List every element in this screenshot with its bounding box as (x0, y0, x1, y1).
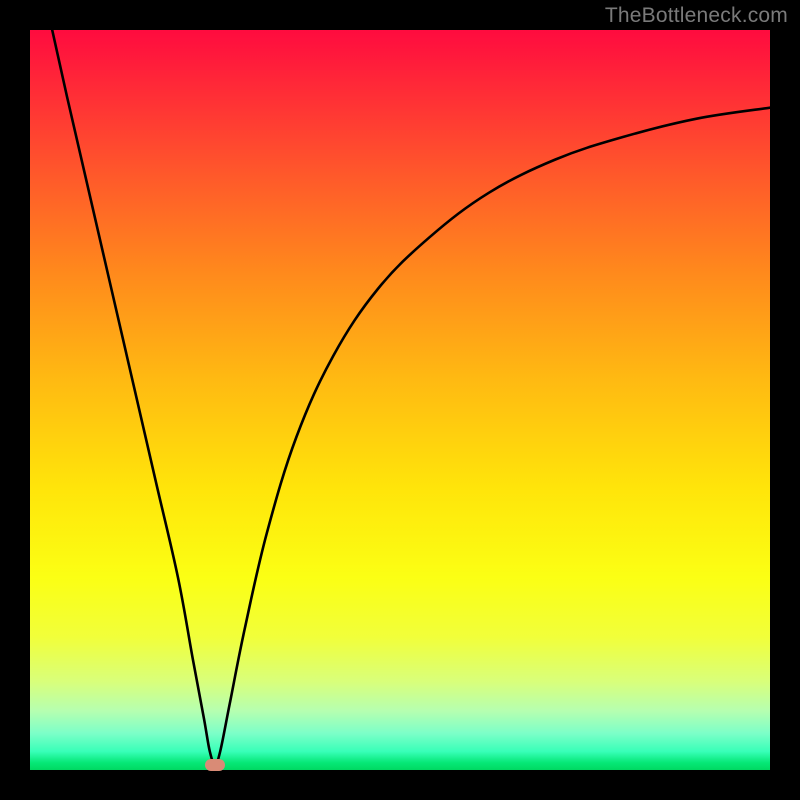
watermark-text: TheBottleneck.com (605, 4, 788, 28)
plot-area (30, 30, 770, 770)
optimum-marker (205, 759, 225, 771)
bottleneck-curve (30, 30, 770, 770)
curve-path (52, 30, 770, 764)
chart-frame: TheBottleneck.com (0, 0, 800, 800)
